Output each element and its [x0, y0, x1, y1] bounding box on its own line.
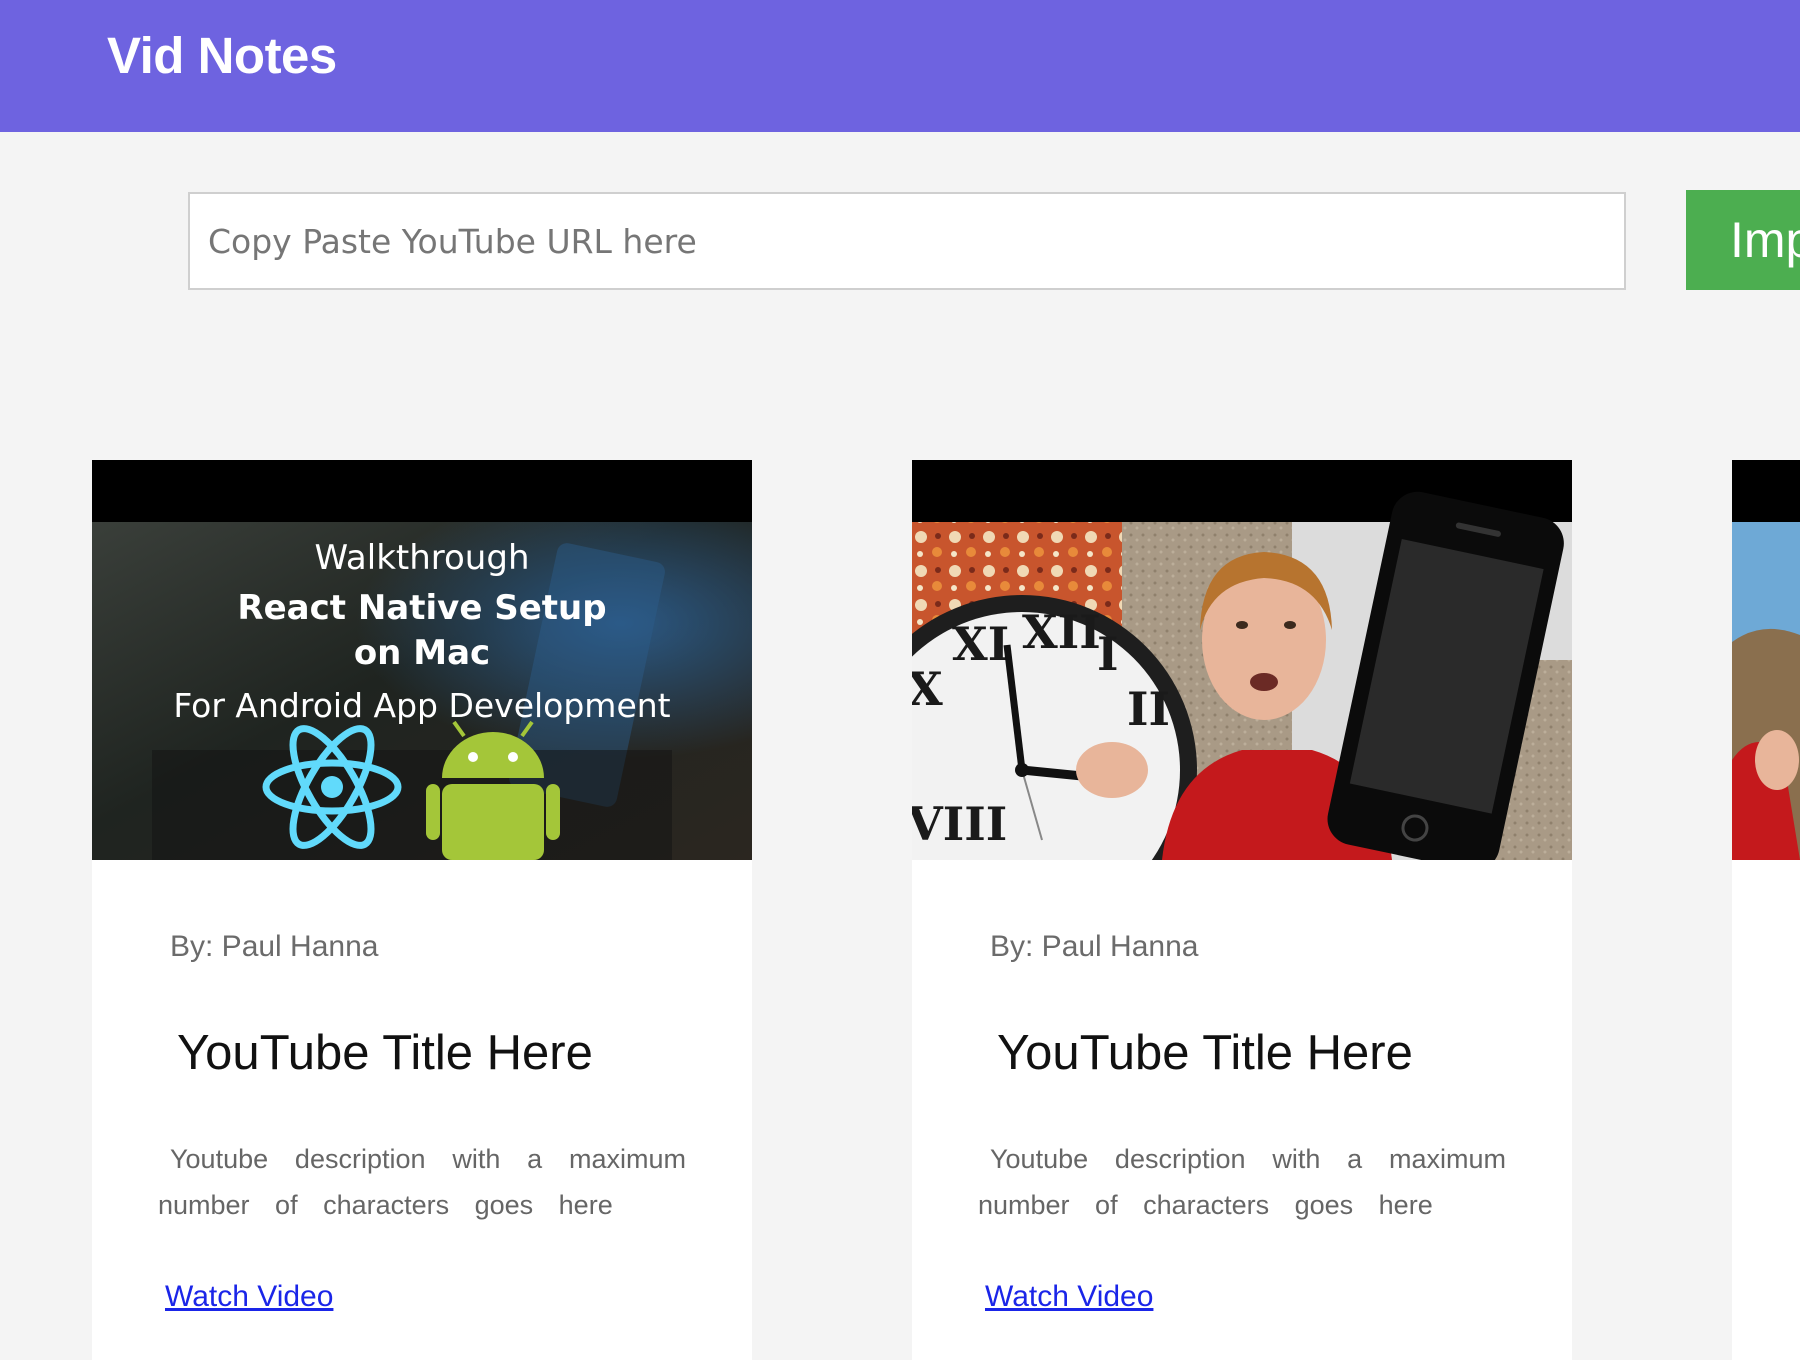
video-title: YouTube Title Here [997, 1026, 1413, 1080]
video-author: By: Paul Hanna [990, 930, 1199, 963]
video-author: By: Paul Hanna [170, 930, 379, 963]
svg-text:XI: XI [952, 617, 1009, 671]
video-thumbnail[interactable]: XI XII I II X VIII [912, 460, 1572, 860]
watch-video-link[interactable]: Watch Video [165, 1280, 333, 1314]
video-description: Youtube description with a maximum numbe… [158, 1144, 686, 1220]
video-card: Walkthrough React Native Setup on Mac Fo… [92, 460, 752, 1360]
video-thumbnail[interactable] [1732, 460, 1800, 860]
video-description: Youtube description with a maximum numbe… [978, 1144, 1506, 1220]
thumbnail-caption-line: Walkthrough [314, 538, 530, 578]
svg-text:X: X [912, 662, 943, 716]
svg-text:I: I [1097, 627, 1119, 681]
video-thumbnail[interactable]: Walkthrough React Native Setup on Mac Fo… [92, 460, 752, 860]
import-button[interactable]: Imp [1686, 190, 1800, 290]
video-card [1732, 460, 1800, 1360]
brand-title[interactable]: Vid Notes [107, 26, 337, 85]
video-card: XI XII I II X VIII By: Paul Hanna YouTub… [912, 460, 1572, 1360]
thumbnail-caption-line: For Android App Development [173, 686, 671, 725]
thumbnail-caption-line: on Mac [353, 633, 491, 673]
svg-text:VIII: VIII [912, 797, 1007, 851]
youtube-url-input[interactable] [188, 192, 1626, 290]
outdoor-thumbnail-art [1732, 460, 1800, 860]
video-title: YouTube Title Here [177, 1026, 593, 1080]
presenter-thumbnail-art: XI XII I II X VIII [912, 460, 1572, 860]
watch-video-link[interactable]: Watch Video [985, 1280, 1153, 1314]
svg-text:XII: XII [1022, 605, 1101, 659]
top-navbar: Vid Notes [0, 0, 1800, 132]
thumbnail-caption-line: React Native Setup [237, 588, 607, 628]
svg-text:II: II [1127, 682, 1170, 736]
